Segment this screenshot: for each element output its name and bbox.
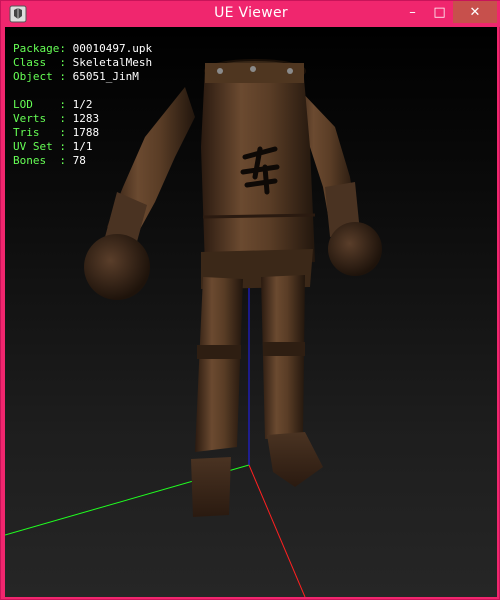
lod-label: LOD — [13, 98, 60, 111]
minimize-button[interactable]: – — [399, 1, 426, 23]
verts-value: 1283 — [72, 112, 100, 125]
maximize-button[interactable]: □ — [426, 1, 453, 23]
package-value: 00010497.upk — [72, 42, 153, 55]
close-button[interactable]: ✕ — [453, 1, 497, 23]
lod-value: 1/2 — [72, 98, 93, 111]
left-knee-band — [197, 345, 241, 359]
uvset-label: UV Set — [13, 140, 60, 153]
uvset-value: 1/1 — [72, 140, 93, 153]
rivet — [217, 68, 223, 74]
maximize-icon: □ — [433, 4, 446, 20]
left-hand — [84, 234, 150, 300]
torso-band-line — [202, 213, 316, 219]
title-bar[interactable]: UE Viewer – □ ✕ — [1, 1, 500, 27]
bones-value: 78 — [72, 154, 86, 167]
right-foot — [267, 432, 323, 487]
class-label: Class — [13, 56, 60, 69]
right-leg — [261, 275, 305, 439]
close-icon: ✕ — [469, 4, 481, 20]
right-knee-band — [263, 342, 305, 356]
object-value: 65051_JinM — [72, 70, 139, 83]
tris-value: 1788 — [72, 126, 100, 139]
right-hand — [328, 222, 382, 276]
rivet — [250, 66, 256, 72]
3d-viewport[interactable]: Package: 00010497.upk Class : SkeletalMe… — [5, 27, 497, 597]
verts-label: Verts — [13, 112, 60, 125]
tris-label: Tris — [13, 126, 60, 139]
left-leg — [195, 277, 243, 452]
app-window: UE Viewer – □ ✕ Package: 00010497.upk Cl… — [0, 0, 500, 600]
mesh-info-panel: Package: 00010497.upk Class : SkeletalMe… — [13, 42, 153, 167]
rivet — [287, 68, 293, 74]
class-value: SkeletalMesh — [72, 56, 153, 69]
bones-label: Bones — [13, 154, 60, 167]
object-label: Object — [13, 70, 60, 83]
left-foot — [191, 457, 231, 517]
minimize-icon: – — [409, 4, 416, 20]
package-label: Package — [13, 42, 60, 55]
